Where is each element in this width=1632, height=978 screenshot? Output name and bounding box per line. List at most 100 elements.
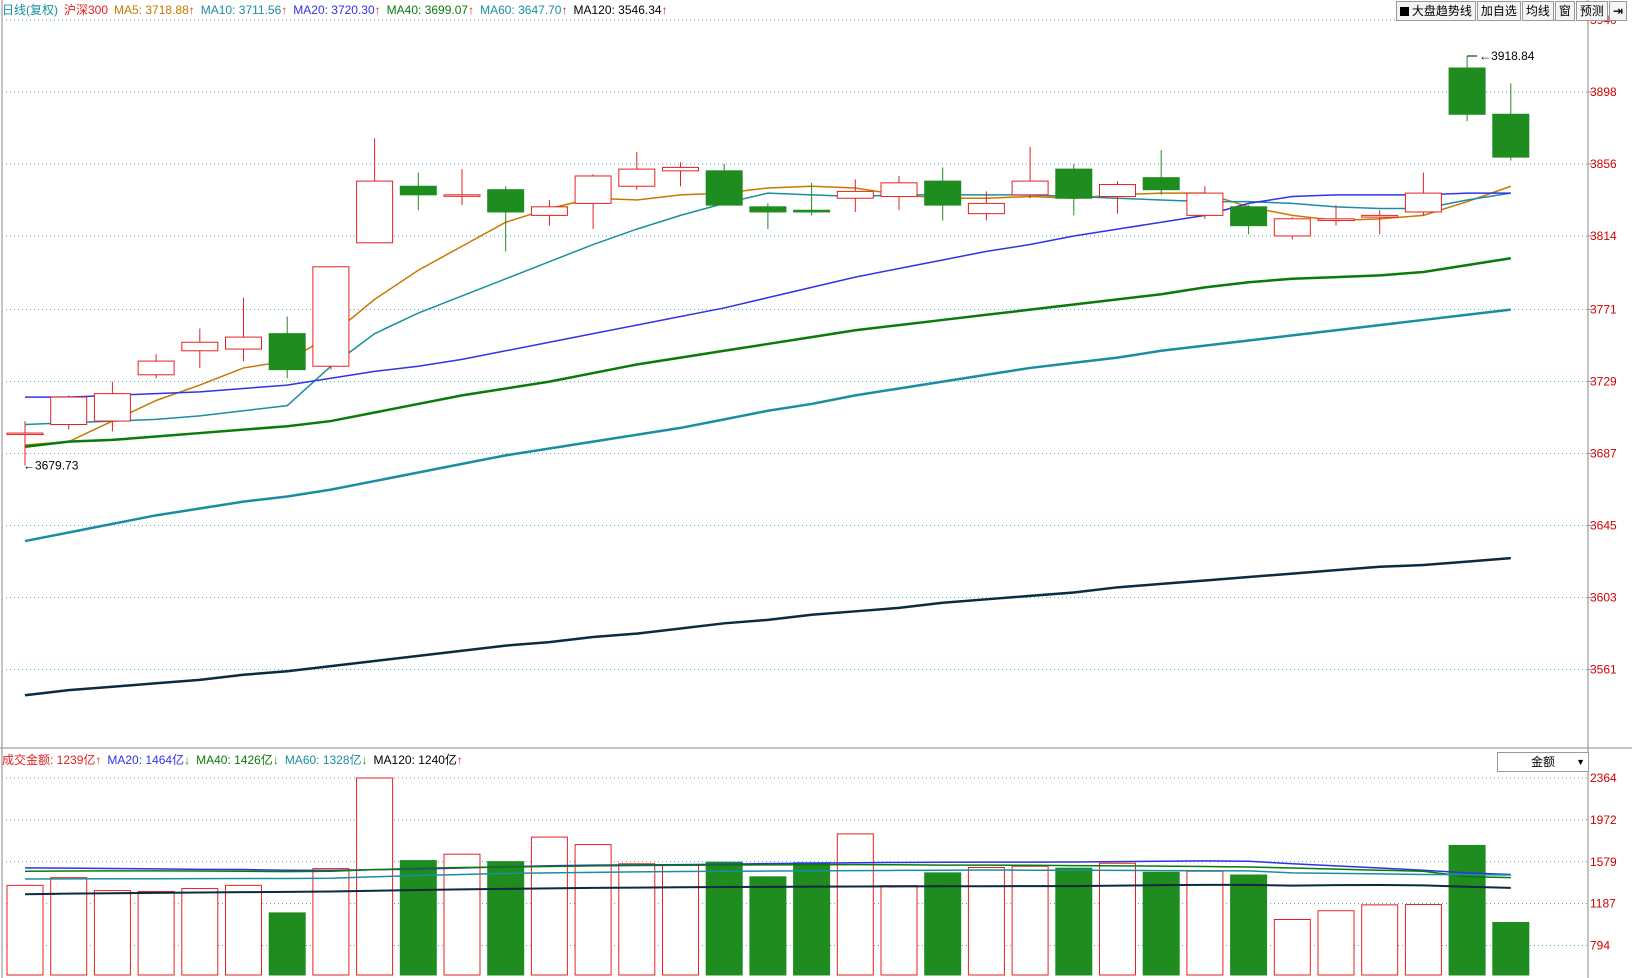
candlestick[interactable] — [1273, 217, 1311, 240]
candlestick[interactable] — [967, 191, 1005, 221]
volume-bar[interactable] — [1142, 871, 1180, 976]
volume-bar[interactable] — [268, 912, 306, 976]
candle-body — [1404, 192, 1442, 213]
volume-tick-label: 1579 — [1590, 855, 1617, 869]
trend-line-button[interactable]: 大盘趋势线 — [1395, 1, 1476, 21]
volume-bar[interactable] — [1448, 844, 1486, 976]
candlestick[interactable] — [793, 182, 831, 216]
candlestick[interactable] — [1055, 163, 1093, 216]
volume-bar[interactable] — [793, 862, 831, 976]
ma-settings-button[interactable]: 均线 — [1521, 1, 1554, 21]
candle-body — [1448, 67, 1486, 115]
volume-bar[interactable] — [749, 876, 787, 976]
candlestick[interactable] — [618, 151, 656, 190]
volume-bar[interactable] — [618, 863, 656, 976]
volume-bar[interactable] — [1055, 867, 1093, 976]
candlestick[interactable] — [1011, 146, 1049, 199]
volume-bar[interactable] — [530, 836, 568, 976]
volume-bar[interactable] — [1273, 919, 1311, 976]
volume-bar[interactable] — [225, 884, 262, 976]
candle-body — [530, 206, 568, 216]
candlestick[interactable] — [268, 316, 306, 379]
candle-body — [967, 202, 1005, 215]
candlestick[interactable] — [530, 199, 568, 226]
volume-bar[interactable] — [880, 885, 918, 976]
volume-bar[interactable] — [662, 864, 699, 976]
volume-bar[interactable] — [1011, 865, 1049, 976]
candlestick[interactable] — [836, 179, 874, 212]
period-label[interactable]: 日线(复权) — [2, 3, 58, 17]
volume-bars[interactable] — [6, 777, 1530, 976]
kline-chart-canvas[interactable]: 3940389838563814377137293687364536033561… — [0, 0, 1632, 978]
volume-bar[interactable] — [1404, 904, 1442, 976]
candlestick[interactable] — [312, 266, 350, 370]
volume-bar[interactable] — [93, 890, 131, 976]
volume-bar[interactable] — [1361, 904, 1399, 976]
candlestick[interactable] — [1404, 172, 1442, 216]
volume-bar[interactable] — [487, 861, 525, 976]
volume-bar[interactable] — [1492, 921, 1530, 976]
exit-icon[interactable]: ⇥ — [1608, 1, 1627, 21]
candlestick[interactable] — [50, 395, 88, 430]
candlestick[interactable] — [181, 328, 219, 368]
volume-bar[interactable] — [399, 860, 437, 976]
indicator-select[interactable]: 金额 ▼ — [1497, 752, 1589, 772]
volume-bar[interactable] — [967, 867, 1005, 976]
volume-bar[interactable] — [181, 888, 219, 976]
candlestick[interactable] — [443, 169, 481, 206]
volume-legend-item: 成交金额: 1239亿 — [2, 753, 96, 767]
price-tick-label: 3645 — [1590, 519, 1617, 533]
candlestick[interactable] — [1361, 210, 1399, 235]
candlestick[interactable] — [1186, 186, 1224, 219]
volume-bar[interactable] — [6, 884, 44, 976]
candlestick[interactable] — [137, 354, 175, 379]
volume-bar[interactable] — [1230, 874, 1268, 976]
candle-body — [793, 209, 831, 213]
volume-bar[interactable] — [50, 877, 88, 976]
candlesticks[interactable] — [6, 55, 1530, 466]
candle-body — [1492, 113, 1530, 158]
candlestick[interactable] — [356, 138, 394, 244]
candlestick[interactable] — [749, 203, 787, 230]
trend-arrow-icon: ↓ — [184, 753, 191, 767]
candlestick[interactable] — [880, 175, 918, 211]
volume-bar[interactable] — [836, 833, 874, 976]
candlestick[interactable] — [225, 297, 262, 362]
candlestick[interactable] — [1448, 55, 1486, 122]
candlestick[interactable] — [1230, 205, 1268, 235]
volume-bar[interactable] — [574, 844, 612, 976]
volume-bar[interactable] — [1099, 862, 1136, 976]
volume-bar[interactable] — [1317, 910, 1355, 976]
candlestick[interactable] — [1142, 150, 1180, 195]
candle-body — [1099, 184, 1136, 198]
price-tick-label: 3771 — [1590, 303, 1617, 317]
candlestick[interactable] — [705, 163, 743, 206]
volume-bar[interactable] — [137, 891, 175, 976]
volume-bar[interactable] — [1186, 870, 1224, 976]
candlestick[interactable] — [1317, 205, 1355, 226]
volume-legend-item: MA40: 1426亿 — [196, 753, 273, 767]
forecast-button[interactable]: 预测 — [1575, 1, 1608, 21]
volume-bar[interactable] — [924, 872, 962, 976]
candlestick[interactable] — [1492, 83, 1530, 161]
price-info-bar: 日线(复权) 沪深300 MA5: 3718.88↑ MA10: 3711.56↑ MA… — [2, 2, 680, 18]
candlestick[interactable] — [93, 381, 131, 432]
trend-arrow-icon: ↑ — [661, 3, 668, 17]
candlestick[interactable] — [574, 174, 612, 230]
volume-bar[interactable] — [312, 868, 350, 976]
trend-arrow-icon: ↑ — [561, 3, 568, 17]
high-price-label: ←3918.84 — [1479, 49, 1535, 63]
ma-legend-item: MA20: 3720.30 — [293, 3, 375, 17]
candlestick[interactable] — [399, 172, 437, 211]
ma40-line — [24, 257, 1511, 449]
volume-bar[interactable] — [443, 853, 481, 976]
volume-tick-label: 794 — [1590, 939, 1610, 953]
candlestick[interactable] — [662, 162, 699, 187]
volume-bar[interactable] — [705, 861, 743, 976]
candlestick[interactable] — [924, 167, 962, 221]
window-button[interactable]: 窗 — [1554, 1, 1575, 21]
chart-toolbar: 大盘趋势线 加自选 均线 窗 预测 ⇥ — [1395, 1, 1627, 21]
ma-legend-item: MA10: 3711.56 — [200, 3, 282, 17]
add-favorite-button[interactable]: 加自选 — [1476, 1, 1521, 21]
candle-body — [50, 396, 88, 425]
